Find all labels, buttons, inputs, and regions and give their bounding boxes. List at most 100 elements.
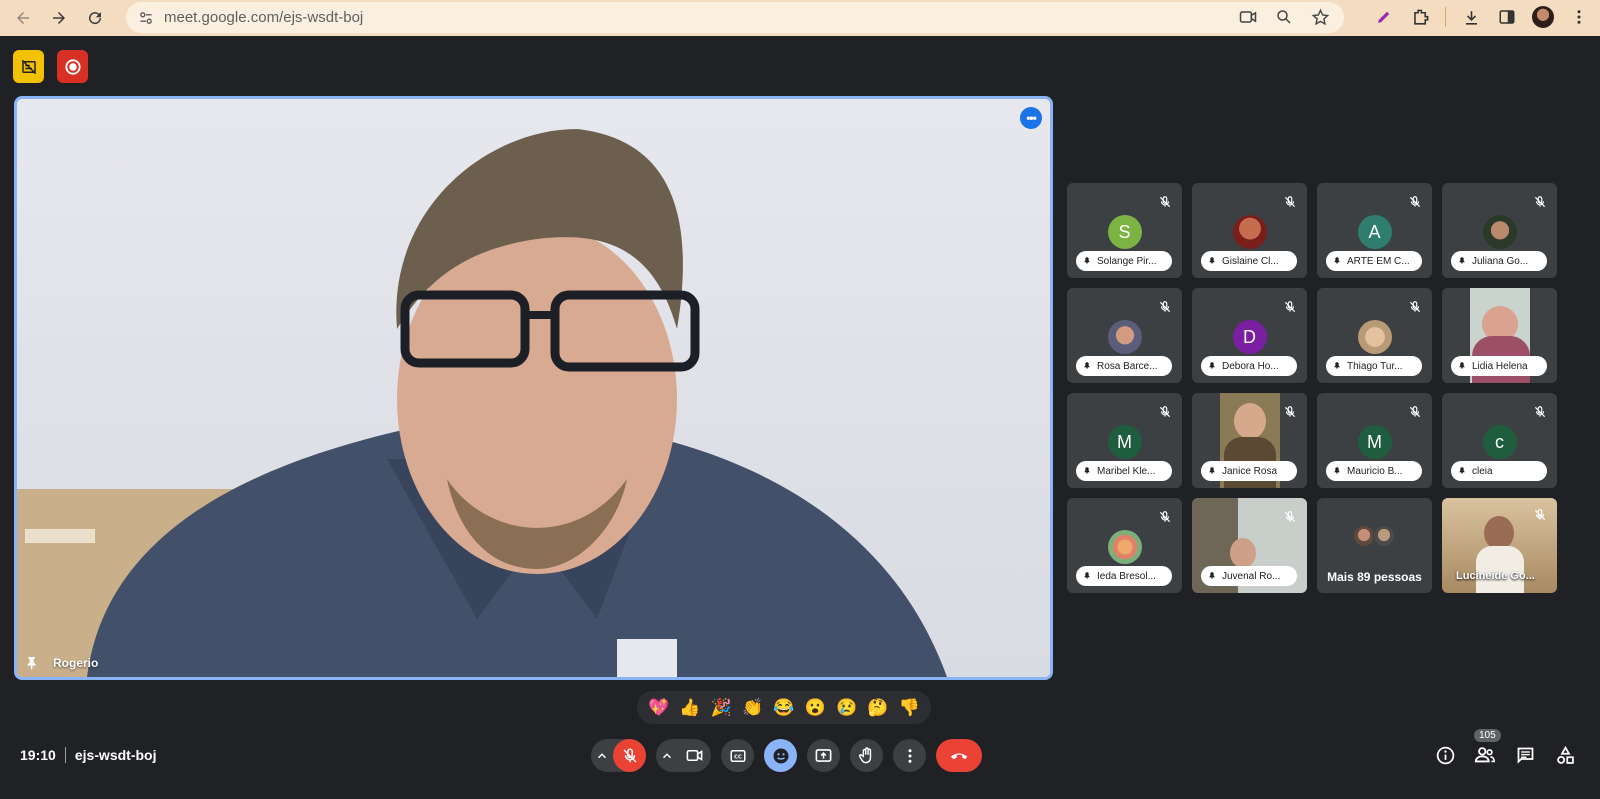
camera-toggle-button[interactable] [678, 739, 711, 772]
participant-tile[interactable]: M Maribel Kle... [1067, 393, 1182, 488]
audio-options-button[interactable] [591, 749, 613, 763]
reaction-thumbs-up[interactable]: 👍 [679, 699, 700, 716]
bookmark-star-icon[interactable] [1310, 7, 1330, 27]
participant-avatar: c [1482, 425, 1517, 459]
reaction-thinking[interactable]: 🤔 [867, 699, 888, 716]
participant-name: cleia [1472, 465, 1493, 477]
reaction-surprised[interactable]: 😮 [805, 699, 826, 716]
chat-icon [1517, 747, 1533, 764]
participant-tile[interactable]: Janice Rosa [1192, 393, 1307, 488]
participant-name: Debora Ho... [1222, 360, 1279, 372]
participant-tile[interactable]: Thiago Tur... [1317, 288, 1432, 383]
chrome-menu-icon[interactable] [1568, 4, 1590, 30]
speaker-name: Rogerio [53, 656, 99, 670]
side-panel-icon[interactable] [1496, 4, 1518, 30]
pin-icon [1459, 467, 1465, 475]
participant-name: Thiago Tur... [1347, 360, 1403, 372]
transcript-indicator[interactable] [13, 50, 44, 83]
main-speaker-tile[interactable]: ••• Rogerio [14, 96, 1053, 680]
participant-grid: S Solange Pir... Gislaine Cl... A ARTE E… [1067, 183, 1557, 593]
captions-button[interactable]: CC [721, 739, 754, 772]
participant-tile[interactable]: Ieda Bresol... [1067, 498, 1182, 593]
participant-tile[interactable]: A ARTE EM C... [1317, 183, 1432, 278]
participant-tile[interactable]: Lucineide Go... [1442, 498, 1557, 593]
participant-name-chip: Mauricio B... [1326, 461, 1422, 481]
transcript-off-icon [21, 59, 36, 74]
mic-off-icon [1409, 301, 1421, 313]
participant-tile[interactable]: S Solange Pir... [1067, 183, 1182, 278]
pin-icon [1209, 362, 1215, 370]
reaction-sad[interactable]: 😢 [836, 699, 857, 716]
record-icon [64, 58, 81, 75]
participant-name-chip: Debora Ho... [1201, 356, 1297, 376]
participant-tile[interactable]: Lidia Helena [1442, 288, 1557, 383]
participant-name-chip: cleia [1451, 461, 1547, 481]
people-count-badge: 105 [1474, 729, 1501, 742]
profile-avatar[interactable] [1532, 6, 1554, 28]
reaction-laughing[interactable]: 😂 [773, 699, 794, 716]
participant-tile[interactable]: D Debora Ho... [1192, 288, 1307, 383]
mic-toggle-button[interactable] [613, 739, 646, 772]
reload-button[interactable] [80, 3, 110, 33]
meeting-time: 19:10 [20, 747, 56, 763]
leave-call-button[interactable] [936, 739, 982, 772]
mic-off-icon [1284, 406, 1296, 418]
zoom-icon[interactable] [1274, 7, 1294, 27]
mic-off-icon [1284, 196, 1296, 208]
mic-off-icon [1534, 406, 1546, 418]
participant-tile[interactable]: Juliana Go... [1442, 183, 1557, 278]
call-controls: CC [591, 739, 982, 772]
download-icon[interactable] [1460, 4, 1482, 30]
people-button[interactable]: 105 [1474, 729, 1501, 766]
mic-off-icon [1534, 196, 1546, 208]
speaker-name-label: Rogerio [25, 655, 98, 671]
activities-button[interactable] [1554, 744, 1576, 766]
pin-icon [1209, 572, 1215, 580]
mic-off-icon [1409, 406, 1421, 418]
forward-button[interactable] [44, 3, 74, 33]
more-options-button[interactable] [893, 739, 926, 772]
meeting-code: ejs-wsdt-boj [74, 747, 157, 763]
address-bar[interactable]: meet.google.com/ejs-wsdt-boj [126, 2, 1344, 33]
participant-name: Maribel Kle... [1097, 465, 1156, 477]
participant-photo [1357, 320, 1392, 354]
participant-photo [1232, 215, 1267, 249]
back-button[interactable] [8, 3, 38, 33]
present-screen-button[interactable] [807, 739, 840, 772]
reaction-party-popper[interactable]: 🎉 [711, 699, 732, 716]
video-options-button[interactable] [656, 749, 678, 763]
participant-name-chip: Ieda Bresol... [1076, 566, 1172, 586]
participant-tile[interactable]: Gislaine Cl... [1192, 183, 1307, 278]
participant-tile[interactable]: Juvenal Ro... [1192, 498, 1307, 593]
more-participants-tile[interactable]: Mais 89 pessoas [1317, 498, 1432, 593]
recording-indicator[interactable] [57, 50, 88, 83]
participant-avatar: S [1107, 215, 1142, 249]
hand-icon [859, 747, 872, 764]
participant-avatar: M [1357, 425, 1392, 459]
participant-mini-avatar [1353, 525, 1375, 547]
reactions-button[interactable] [764, 739, 797, 772]
reaction-thumbs-down[interactable]: 👎 [899, 699, 920, 716]
camera-in-use-icon[interactable] [1238, 7, 1258, 27]
chat-button[interactable] [1514, 744, 1536, 766]
site-settings-icon[interactable] [136, 8, 156, 28]
reaction-clapping[interactable]: 👏 [742, 699, 763, 716]
pen-extension-icon[interactable] [1373, 4, 1395, 30]
reaction-sparkling-heart[interactable]: 💖 [648, 699, 669, 716]
participant-photo [1482, 215, 1517, 249]
participant-tile[interactable]: Rosa Barce... [1067, 288, 1182, 383]
participant-tile[interactable]: M Mauricio B... [1317, 393, 1432, 488]
participant-tile[interactable]: c cleia [1442, 393, 1557, 488]
mic-off-icon [1534, 509, 1546, 521]
participant-photo [1107, 320, 1142, 354]
reload-icon [89, 12, 102, 25]
meeting-info-button[interactable] [1434, 744, 1456, 766]
participant-name-chip: Juliana Go... [1451, 251, 1547, 271]
participant-name-chip: Maribel Kle... [1076, 461, 1172, 481]
participant-name-chip: Juvenal Ro... [1201, 566, 1297, 586]
raise-hand-button[interactable] [850, 739, 883, 772]
mic-off-icon [1409, 196, 1421, 208]
extensions-icon[interactable] [1409, 4, 1431, 30]
mic-off-icon [1284, 511, 1296, 523]
tile-more-options-button[interactable]: ••• [1020, 107, 1042, 129]
